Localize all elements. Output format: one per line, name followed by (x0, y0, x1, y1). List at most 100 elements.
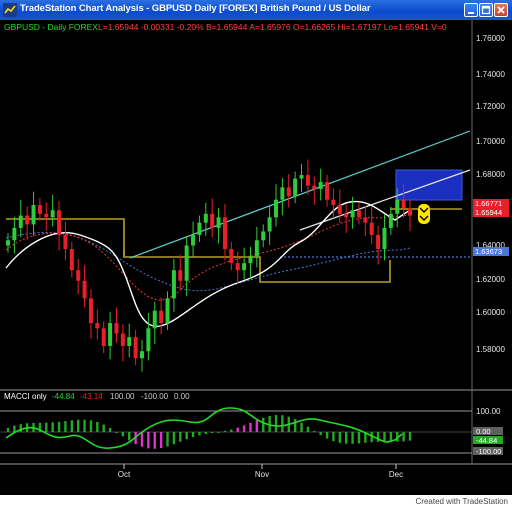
candle-body[interactable] (235, 263, 240, 271)
macci-histogram-bar (6, 428, 10, 432)
candle-body[interactable] (350, 210, 355, 218)
macci-histogram-bar (102, 424, 105, 432)
close-button[interactable] (494, 3, 508, 17)
price-chart[interactable]: GBPUSD - Daily FOREX L=1.65944 -0.00331 … (0, 20, 512, 495)
candle-body[interactable] (152, 310, 157, 329)
macci-histogram-bar (306, 426, 310, 432)
candle-body[interactable] (191, 234, 196, 246)
candle-body[interactable] (12, 227, 17, 241)
candle-body[interactable] (63, 234, 68, 250)
macci-histogram-bar (19, 424, 22, 432)
macci-histogram-bar (108, 427, 112, 432)
candle-body[interactable] (363, 217, 368, 223)
candle-body[interactable] (369, 222, 374, 235)
candle-body[interactable] (344, 213, 349, 218)
candle-body[interactable] (178, 270, 183, 281)
candle-body[interactable] (120, 333, 125, 346)
candle-body[interactable] (331, 199, 336, 205)
candle-body[interactable] (108, 323, 113, 346)
macci-histogram-bar (153, 432, 156, 449)
price-tick: 1.74000 (476, 70, 505, 79)
candle-body[interactable] (254, 240, 259, 257)
macci-histogram-bar (185, 432, 188, 440)
macci-histogram-bar (210, 432, 214, 433)
candle-body[interactable] (95, 323, 100, 329)
candle-body[interactable] (18, 215, 23, 228)
candle-body[interactable] (299, 175, 304, 179)
candle-body[interactable] (57, 210, 62, 235)
candle-body[interactable] (376, 234, 381, 250)
maximize-button[interactable] (479, 3, 493, 17)
candle-body[interactable] (325, 182, 330, 200)
indicator-axis-tick: 100.00 (476, 407, 501, 416)
candle-body[interactable] (318, 182, 323, 190)
macci-histogram-bar (344, 432, 348, 444)
macci-histogram-bar (402, 432, 405, 442)
alert-marker[interactable] (418, 204, 430, 224)
title-bar[interactable]: TradeStation Chart Analysis - GBPUSD Dai… (0, 0, 512, 20)
candle-body[interactable] (6, 240, 10, 246)
candle-body[interactable] (312, 185, 317, 190)
price-tick: 1.70000 (476, 137, 505, 146)
candle-body[interactable] (274, 199, 278, 218)
candle-body[interactable] (203, 213, 208, 223)
candle-body[interactable] (184, 245, 189, 281)
candle-body[interactable] (261, 231, 266, 241)
candle-body[interactable] (401, 199, 406, 209)
candle-body[interactable] (197, 222, 202, 235)
candle-body[interactable] (25, 215, 30, 225)
macci-histogram-bar (140, 432, 144, 447)
candle-body[interactable] (133, 337, 138, 359)
indicator-axis-tick: -100.00 (476, 447, 501, 456)
price-badge: 1.66771 (475, 199, 502, 208)
candle-body[interactable] (171, 270, 176, 299)
candle-body[interactable] (216, 217, 221, 228)
price-axis[interactable]: 1.76000 1.74000 1.72000 1.70000 1.68000 … (476, 34, 505, 354)
candle-body[interactable] (382, 227, 387, 250)
candle-body[interactable] (76, 270, 81, 281)
indicator-value: 100.00 (110, 392, 135, 401)
candle-body[interactable] (286, 187, 291, 197)
price-tick: 1.72000 (476, 102, 505, 111)
candle-body[interactable] (88, 298, 93, 324)
candle-body[interactable] (280, 187, 285, 200)
candle-body[interactable] (82, 280, 87, 299)
candle-body[interactable] (37, 205, 42, 214)
candle-body[interactable] (159, 310, 164, 324)
candle-body[interactable] (146, 328, 151, 352)
macci-histogram-bar (255, 420, 259, 432)
minimize-button[interactable] (464, 3, 478, 17)
candle-body[interactable] (69, 249, 74, 271)
candlestick-series[interactable] (6, 159, 412, 372)
candle-body[interactable] (408, 208, 412, 216)
candle-body[interactable] (44, 213, 49, 218)
candle-body[interactable] (229, 249, 234, 264)
candle-body[interactable] (356, 210, 361, 218)
macci-histogram-bar (274, 415, 278, 432)
candle-body[interactable] (50, 210, 55, 218)
candle-body[interactable] (388, 213, 393, 228)
candle-body[interactable] (127, 337, 132, 346)
candle-body[interactable] (114, 323, 119, 334)
macci-histogram-bar (242, 425, 246, 432)
candle-body[interactable] (222, 217, 227, 250)
candle-body[interactable] (31, 205, 36, 225)
candle-body[interactable] (395, 199, 400, 214)
candle-body[interactable] (248, 256, 253, 264)
candle-body[interactable] (140, 351, 144, 359)
candle-body[interactable] (101, 328, 106, 346)
candle-body[interactable] (242, 263, 247, 271)
candle-body[interactable] (337, 205, 342, 214)
tradestation-app-icon (3, 3, 17, 17)
candle-body[interactable] (210, 213, 215, 228)
ma-price-badge: 1.63673 (475, 247, 502, 256)
candle-body[interactable] (305, 175, 310, 186)
candle-body[interactable] (267, 217, 272, 232)
candle-body[interactable] (165, 298, 170, 324)
macci-histogram-bar (121, 432, 125, 437)
macci-histogram-bar (76, 419, 80, 432)
candle-body[interactable] (293, 178, 298, 197)
macci-histogram-bar (51, 422, 54, 432)
macci-histogram-bar (249, 422, 252, 432)
macci-histogram-bar (198, 432, 201, 436)
